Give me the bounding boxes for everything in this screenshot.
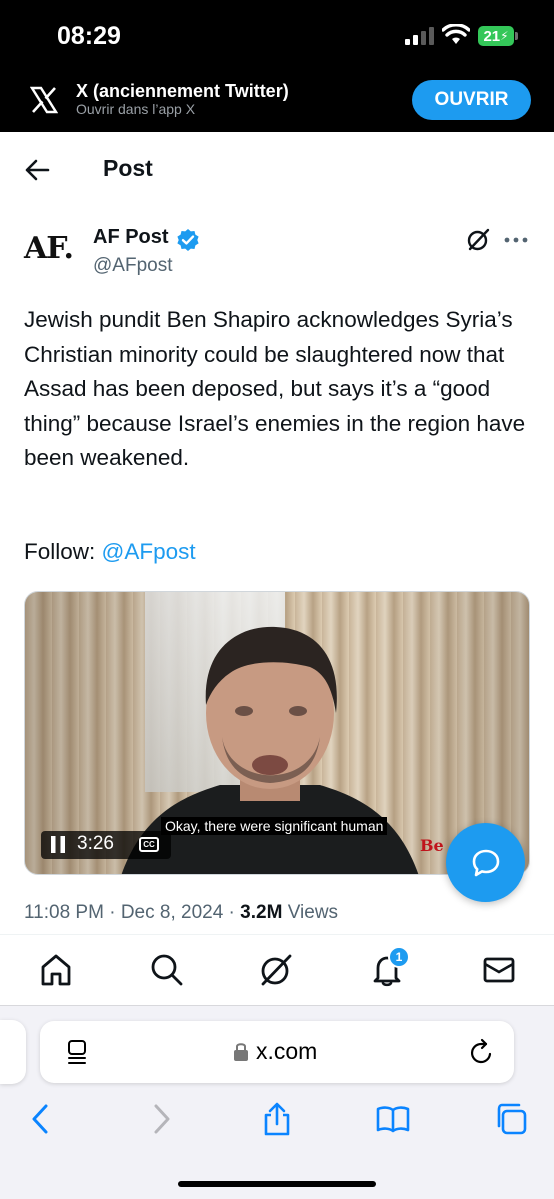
back-chevron-icon[interactable] bbox=[24, 1102, 58, 1136]
search-icon[interactable] bbox=[149, 952, 185, 988]
views-count: 3.2M bbox=[240, 902, 283, 923]
grok-nav-icon[interactable] bbox=[258, 952, 294, 988]
author-handle[interactable]: @AFpost bbox=[93, 255, 172, 277]
wifi-icon bbox=[442, 24, 470, 44]
channel-watermark: Be bbox=[420, 836, 444, 855]
messages-envelope-icon[interactable] bbox=[481, 952, 517, 988]
meta-separator: · bbox=[223, 902, 241, 923]
meta-separator: · bbox=[103, 902, 121, 923]
views-label: Views bbox=[282, 902, 339, 923]
video-time-remaining: 3:26 bbox=[77, 833, 114, 854]
closed-captions-icon[interactable]: CC bbox=[139, 837, 159, 852]
video-player[interactable]: Okay, there were significant human 3:26 … bbox=[24, 591, 530, 875]
follow-line: Follow: @AFpost bbox=[24, 539, 196, 565]
video-subtitle: Okay, there were significant human bbox=[161, 817, 388, 835]
post-time[interactable]: 11:08 PM bbox=[24, 902, 104, 923]
grok-icon[interactable] bbox=[466, 227, 491, 252]
notification-badge: 1 bbox=[388, 946, 410, 968]
home-icon[interactable] bbox=[38, 952, 74, 988]
bookmarks-book-icon[interactable] bbox=[376, 1102, 410, 1136]
author-name[interactable]: AF Post bbox=[93, 226, 169, 249]
open-in-app-button[interactable]: OUVRIR bbox=[412, 80, 531, 120]
cellular-signal-icon bbox=[405, 27, 434, 45]
lock-icon bbox=[234, 1043, 248, 1061]
battery-icon: 21 ⚡ bbox=[478, 26, 514, 46]
post-text: Jewish pundit Ben Shapiro acknowledges S… bbox=[24, 307, 526, 470]
reply-fab-button[interactable] bbox=[446, 823, 525, 902]
battery-tip bbox=[515, 32, 518, 40]
follow-prefix: Follow: bbox=[24, 539, 102, 564]
reply-bubble-icon bbox=[472, 849, 499, 876]
more-options-icon[interactable] bbox=[503, 230, 529, 250]
page-title: Post bbox=[103, 155, 153, 181]
back-arrow-icon[interactable] bbox=[24, 158, 50, 182]
x-logo-icon bbox=[30, 86, 58, 114]
page-menu-icon[interactable] bbox=[66, 1039, 88, 1065]
pause-icon[interactable] bbox=[51, 836, 65, 853]
tabs-icon[interactable] bbox=[494, 1102, 528, 1136]
previous-tab-preview[interactable] bbox=[0, 1020, 26, 1084]
home-indicator bbox=[178, 1181, 376, 1187]
forward-chevron-icon[interactable] bbox=[144, 1102, 178, 1136]
app-banner-subtitle: Ouvrir dans l’app X bbox=[76, 101, 196, 117]
divider bbox=[0, 934, 554, 935]
app-banner-title: X (anciennement Twitter) bbox=[76, 81, 289, 101]
follow-handle-link[interactable]: @AFpost bbox=[102, 539, 196, 564]
url-text[interactable]: x.com bbox=[256, 1038, 317, 1065]
reload-icon[interactable] bbox=[469, 1038, 495, 1066]
post-meta: 11:08 PM · Dec 8, 2024 · 3.2M Views bbox=[24, 902, 338, 924]
share-icon[interactable] bbox=[260, 1102, 294, 1136]
verified-badge-icon bbox=[177, 229, 199, 251]
battery-level: 21 bbox=[483, 27, 501, 45]
status-time: 08:29 bbox=[57, 22, 121, 50]
author-avatar[interactable]: AF. bbox=[24, 231, 78, 271]
post-date[interactable]: Dec 8, 2024 bbox=[121, 902, 223, 923]
